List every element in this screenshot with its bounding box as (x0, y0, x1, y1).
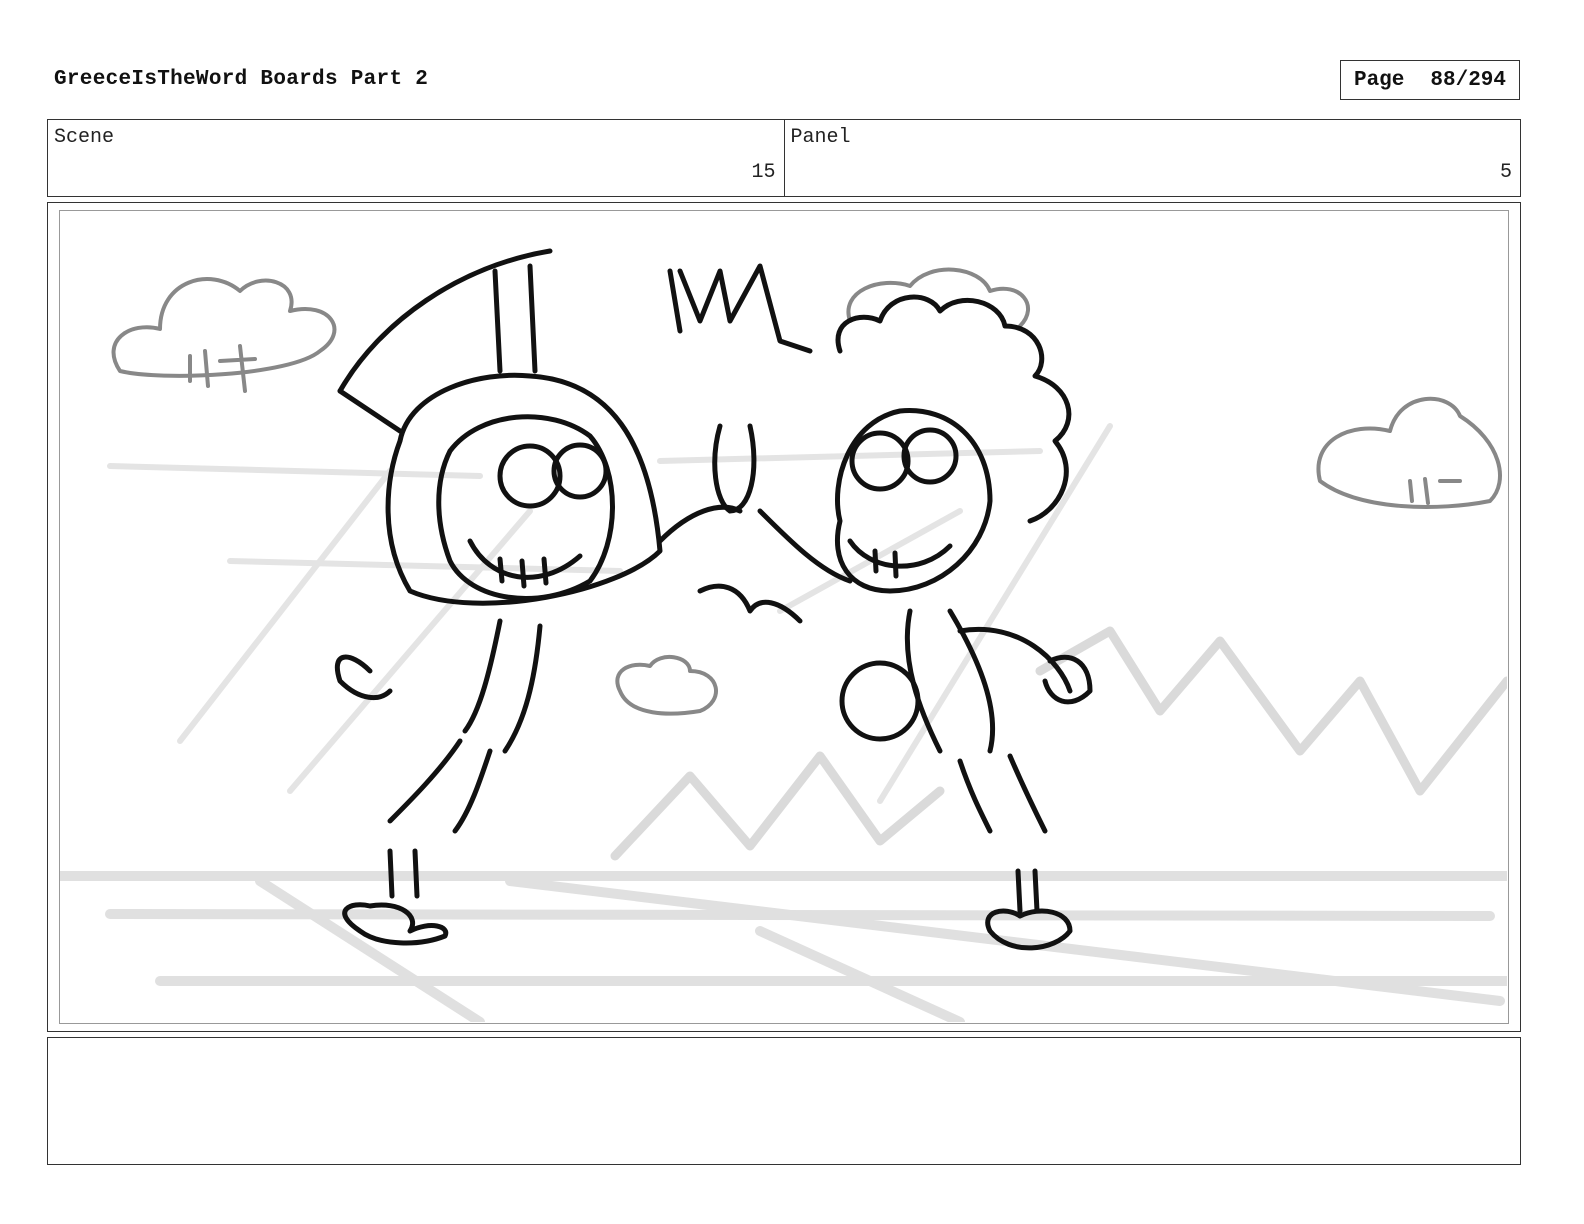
cloud-sketches (111, 267, 1502, 716)
notes-box (47, 1037, 1521, 1165)
board-title: GreeceIsTheWord Boards Part 2 (54, 68, 429, 91)
scene-panel-info: Scene 15 Panel 5 (47, 119, 1521, 197)
mountain-strokes (610, 626, 1507, 861)
page-indicator: Page 88/294 (1340, 60, 1520, 100)
storyboard-drawing (59, 210, 1509, 1024)
panel-cell: Panel 5 (783, 120, 1521, 196)
panel-label: Panel (790, 126, 851, 149)
scene-cell: Scene 15 (48, 120, 784, 196)
page-label: Page (1353, 68, 1405, 92)
panel-value: 5 (1499, 161, 1512, 184)
storyboard-panel-frame (47, 202, 1521, 1032)
sketch-illustration (60, 248, 1507, 1022)
ground-strokes (60, 871, 1507, 1022)
page-number: 88/294 (1430, 68, 1507, 92)
scene-value: 15 (751, 161, 776, 184)
scene-label: Scene (54, 126, 115, 149)
right-character-sketch (757, 294, 1093, 951)
